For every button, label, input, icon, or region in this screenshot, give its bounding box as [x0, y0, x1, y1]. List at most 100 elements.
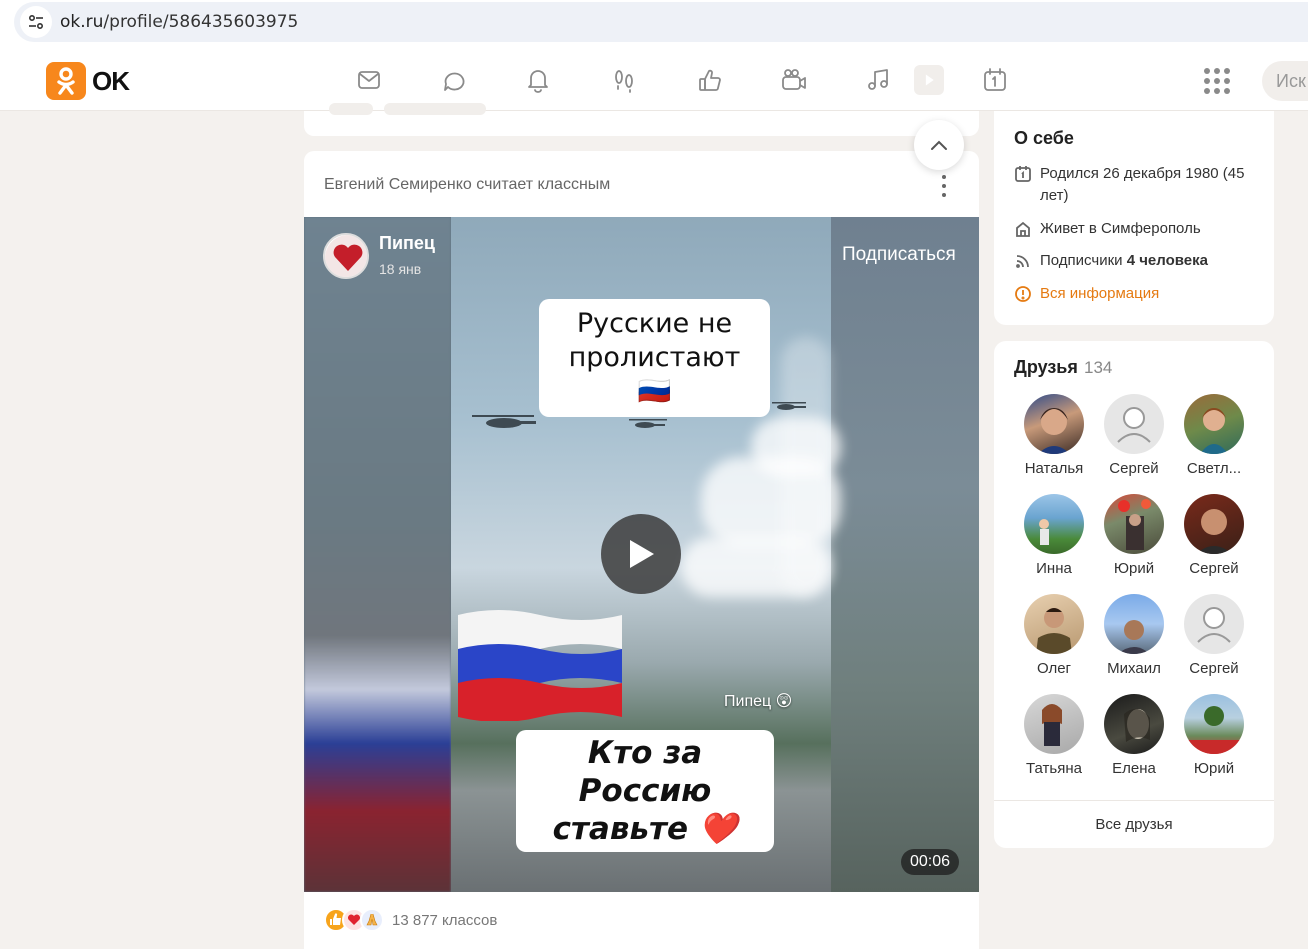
about-title: О себе	[1014, 128, 1074, 148]
avatar	[1104, 494, 1164, 554]
helicopter-image	[772, 399, 808, 417]
video-caption-bottom: Кто за Россию ставьте ❤️	[516, 730, 774, 852]
chevron-up-icon	[931, 140, 947, 150]
search-placeholder: Иск	[1276, 71, 1306, 91]
all-info-link[interactable]: Вся информация	[1014, 283, 1264, 305]
video-caption-top: Русские не пролистают 🇷🇺	[539, 299, 770, 417]
friend-item[interactable]: Светл...	[1174, 394, 1254, 477]
subscribers-info[interactable]: Подписчики 4 человека	[1014, 250, 1264, 272]
avatar	[1104, 594, 1164, 654]
video-player[interactable]: Русские не пролистают 🇷🇺 Пипец 😲 Кто за …	[304, 217, 979, 892]
home-icon	[1016, 221, 1030, 237]
previous-post-fragment	[304, 103, 979, 136]
friend-item[interactable]: Михаил	[1094, 594, 1174, 677]
subscribers-label: Подписчики	[1040, 252, 1127, 269]
friend-item[interactable]: Татьяна	[1014, 694, 1094, 777]
location-info: Живет в Симферополь	[1014, 218, 1264, 240]
avatar	[1024, 694, 1084, 754]
pray-reaction-icon	[360, 908, 384, 932]
friend-item[interactable]: Сергей	[1094, 394, 1174, 477]
music-icon[interactable]	[863, 64, 895, 96]
play-icon	[630, 540, 654, 568]
bell-icon[interactable]	[522, 64, 554, 96]
footprints-icon[interactable]	[608, 64, 640, 96]
post-context-text: Евгений Семиренко считает классным	[324, 176, 611, 193]
more-options-icon[interactable]	[936, 175, 952, 197]
location-text: Живет в Симферополь	[1040, 220, 1201, 237]
url-path: /profile/586435603975	[103, 12, 299, 32]
video-watermark: Пипец 😲	[724, 693, 793, 710]
all-info-text: Вся информация	[1040, 285, 1160, 302]
all-friends-button[interactable]: Все друзья	[994, 800, 1274, 848]
birth-info: Родился 26 декабря 1980 (45 лет)	[1014, 163, 1264, 207]
channel-avatar[interactable]	[323, 233, 369, 279]
subscribers-count: 4 человека	[1126, 252, 1208, 269]
friend-item[interactable]: Юрий	[1174, 694, 1254, 777]
url-field[interactable]: ok.ru/profile/586435603975	[14, 2, 1308, 42]
video-duration: 00:06	[901, 849, 960, 875]
friend-item[interactable]: Елена	[1094, 694, 1174, 777]
ok-logo-text: OK	[92, 65, 130, 96]
url-host: ok.ru	[60, 12, 104, 32]
friend-item[interactable]: Олег	[1014, 594, 1094, 677]
friend-name: Юрий	[1193, 760, 1235, 777]
calendar-icon[interactable]	[979, 64, 1011, 96]
friends-count: 134	[1084, 358, 1113, 377]
friend-name: Сергей	[1189, 560, 1239, 577]
friend-item[interactable]: Сергей	[1174, 494, 1254, 577]
rss-icon	[1016, 255, 1029, 268]
avatar	[1024, 494, 1084, 554]
friends-title[interactable]: Друзья	[1014, 357, 1078, 378]
avatar	[1184, 694, 1244, 754]
play-button[interactable]	[601, 514, 681, 594]
avatar	[1184, 394, 1244, 454]
mail-icon[interactable]	[353, 64, 385, 96]
friends-card: Друзья 134 Наталья Сергей Светл... Инна …	[994, 341, 1274, 848]
previous-post-pill	[329, 103, 373, 115]
video-blur-right	[831, 217, 979, 892]
friend-name: Юрий	[1113, 560, 1155, 577]
video-play-icon[interactable]	[914, 65, 944, 95]
post-date: 18 янв	[379, 261, 422, 277]
channel-name[interactable]: Пипец	[379, 233, 435, 254]
subscribe-button[interactable]: Подписаться	[842, 244, 956, 266]
birth-text: Родился 26 декабря 1980 (45 лет)	[1040, 165, 1245, 204]
previous-post-pill	[384, 103, 486, 115]
likes-count[interactable]: 13 877 классов	[392, 912, 497, 929]
russian-flag-image	[458, 610, 622, 721]
reactions-bar[interactable]: 13 877 классов	[324, 908, 497, 932]
site-header: OK Иск	[0, 50, 1308, 111]
friend-name: Олег	[1036, 660, 1072, 677]
ok-logo[interactable]: OK	[46, 62, 130, 100]
friend-item[interactable]: Наталья	[1014, 394, 1094, 477]
helicopter-image	[472, 411, 538, 438]
like-icon[interactable]	[694, 64, 726, 96]
friend-name: Светл...	[1186, 460, 1242, 477]
helicopter-image	[629, 417, 669, 436]
friend-name: Сергей	[1109, 460, 1159, 477]
friend-name: Сергей	[1189, 660, 1239, 677]
default-avatar-icon	[1184, 594, 1244, 654]
url-text: ok.ru/profile/586435603975	[60, 12, 298, 32]
friend-item[interactable]: Юрий	[1094, 494, 1174, 577]
ok-logo-icon	[46, 62, 86, 100]
scroll-top-button[interactable]	[914, 120, 964, 170]
search-input[interactable]: Иск	[1262, 61, 1308, 101]
video-camera-icon[interactable]	[778, 64, 810, 96]
friend-name: Инна	[1036, 560, 1072, 577]
chat-icon[interactable]	[438, 64, 470, 96]
avatar	[1024, 594, 1084, 654]
about-card: О себе Родился 26 декабря 1980 (45 лет) …	[994, 111, 1274, 325]
friend-name: Наталья	[1024, 460, 1084, 477]
default-avatar-icon	[1104, 394, 1164, 454]
calendar-icon	[1015, 166, 1031, 182]
info-icon	[1015, 286, 1031, 302]
browser-address-bar: ok.ru/profile/586435603975	[0, 0, 1308, 50]
friend-item[interactable]: Сергей	[1174, 594, 1254, 677]
apps-grid-icon[interactable]	[1204, 68, 1230, 94]
site-settings-icon[interactable]	[20, 6, 52, 38]
friend-name: Михаил	[1107, 660, 1161, 677]
friend-item[interactable]: Инна	[1014, 494, 1094, 577]
avatar	[1184, 494, 1244, 554]
feed-post: Евгений Семиренко считает классным Русск…	[304, 151, 979, 949]
